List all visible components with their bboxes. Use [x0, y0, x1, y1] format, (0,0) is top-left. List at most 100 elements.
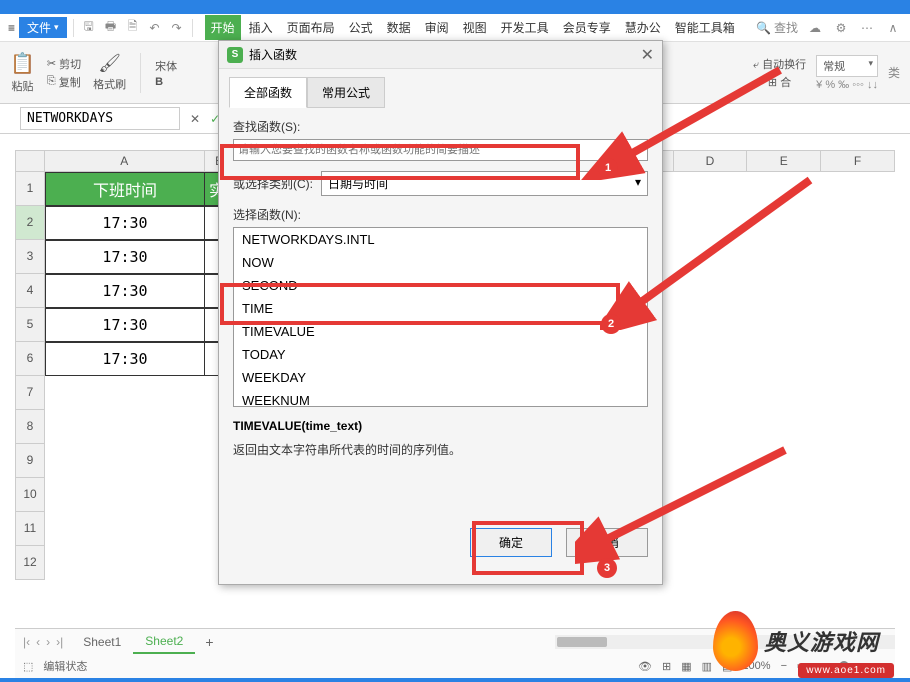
status-bar: ⬚ 编辑状态 👁 ⊞ ▦ ▥ ▤ 100% −: [15, 654, 895, 678]
save-icon[interactable]: 🖫: [80, 19, 98, 37]
col-header[interactable]: A: [45, 150, 205, 172]
cut-button[interactable]: ✂剪切: [47, 56, 81, 72]
row-header[interactable]: 10: [15, 478, 45, 512]
cell[interactable]: 下班时间: [45, 172, 205, 206]
category-select[interactable]: 日期与时间: [321, 171, 648, 196]
horizontal-scrollbar[interactable]: [555, 635, 895, 649]
col-header[interactable]: F: [821, 150, 895, 172]
sheet-prev-icon[interactable]: ‹: [36, 635, 40, 649]
brush-icon: 🖌: [98, 53, 121, 74]
function-search-input[interactable]: [233, 139, 648, 161]
tab-layout[interactable]: 页面布局: [281, 15, 341, 40]
cell[interactable]: 17:30: [45, 342, 205, 376]
name-box[interactable]: [20, 107, 180, 130]
row-header[interactable]: 7: [15, 376, 45, 410]
hamburger-icon[interactable]: ≡: [8, 21, 15, 35]
copy-button[interactable]: ⎘复制: [47, 74, 81, 90]
view-break-icon[interactable]: ▤: [722, 660, 732, 673]
redo-icon[interactable]: ↷: [168, 19, 186, 37]
add-sheet-button[interactable]: +: [195, 634, 223, 650]
insert-function-dialog: S 插入函数 ✕ 全部函数 常用公式 查找函数(S): 或选择类别(C): 日期…: [218, 40, 663, 585]
cell[interactable]: 17:30: [45, 308, 205, 342]
tab-dev[interactable]: 开发工具: [495, 15, 555, 40]
close-icon[interactable]: ✕: [641, 45, 654, 65]
select-all-corner[interactable]: [15, 150, 45, 172]
zoom-value[interactable]: 100%: [742, 660, 770, 672]
col-header[interactable]: E: [747, 150, 821, 172]
app-icon: S: [227, 47, 243, 63]
cell[interactable]: 17:30: [45, 240, 205, 274]
step-badge: 2: [601, 314, 621, 334]
sheet-tabs: |‹ ‹ › ›| Sheet1 Sheet2 +: [15, 628, 895, 654]
cell[interactable]: 17:30: [45, 206, 205, 240]
paste-group[interactable]: 📋 粘贴: [10, 51, 35, 94]
wrap-text[interactable]: ⤶ 自动换行: [753, 56, 806, 72]
step-badge: 1: [598, 158, 618, 178]
cloud-icon[interactable]: ☁: [806, 19, 824, 37]
row-header[interactable]: 11: [15, 512, 45, 546]
dialog-title: 插入函数: [249, 46, 297, 63]
list-label: 选择函数(N):: [233, 206, 648, 223]
function-list[interactable]: NETWORKDAYS.INTL NOW SECOND TIME TIMEVAL…: [233, 227, 648, 407]
sheet-tab[interactable]: Sheet1: [71, 631, 133, 653]
list-item[interactable]: WEEKNUM: [234, 389, 647, 407]
row-header[interactable]: 2: [15, 206, 45, 240]
row-header[interactable]: 1: [15, 172, 45, 206]
list-item[interactable]: WEEKDAY: [234, 366, 647, 389]
row-header[interactable]: 8: [15, 410, 45, 444]
more-icon[interactable]: ⋯: [858, 19, 876, 37]
cancel-formula-icon[interactable]: ✕: [190, 112, 200, 126]
sheet-tab[interactable]: Sheet2: [133, 630, 195, 654]
view-normal-icon[interactable]: ▦: [681, 660, 691, 673]
number-format-select[interactable]: 常规: [816, 55, 878, 77]
bold-button[interactable]: B: [155, 76, 163, 88]
menubar: ≡ 文件 🖫 🖶 🗎 ↶ ↷ 开始 插入 页面布局 公式 数据 审阅 视图 开发…: [0, 14, 910, 42]
search-button[interactable]: 🔍 查找: [756, 19, 798, 36]
zoom-slider[interactable]: [797, 664, 887, 668]
format-painter[interactable]: 🖌 格式刷: [93, 53, 126, 92]
tab-view[interactable]: 视图: [457, 15, 493, 40]
collapse-icon[interactable]: ∧: [884, 19, 902, 37]
row-header[interactable]: 6: [15, 342, 45, 376]
row-header[interactable]: 3: [15, 240, 45, 274]
sheet-first-icon[interactable]: |‹: [23, 635, 30, 649]
layout-icon[interactable]: ⊞: [662, 660, 671, 673]
ok-button[interactable]: 确定: [470, 528, 552, 557]
tab-smart[interactable]: 慧办公: [619, 15, 667, 40]
tab-common-formulas[interactable]: 常用公式: [307, 77, 385, 108]
step-badge: 3: [597, 558, 617, 578]
col-header[interactable]: D: [674, 150, 748, 172]
row-header[interactable]: 4: [15, 274, 45, 308]
cell[interactable]: 17:30: [45, 274, 205, 308]
sheet-last-icon[interactable]: ›|: [56, 635, 63, 649]
zoom-out-icon[interactable]: −: [781, 660, 787, 672]
list-item[interactable]: TIMEVALUE: [234, 320, 647, 343]
list-item[interactable]: NOW: [234, 251, 647, 274]
tab-vip[interactable]: 会员专享: [557, 15, 617, 40]
tab-toolbox[interactable]: 智能工具箱: [669, 15, 741, 40]
tab-formula[interactable]: 公式: [343, 15, 379, 40]
view-page-icon[interactable]: ▥: [702, 660, 712, 673]
tab-review[interactable]: 审阅: [419, 15, 455, 40]
sheet-next-icon[interactable]: ›: [46, 635, 50, 649]
view-icon[interactable]: 👁: [638, 660, 652, 673]
list-item[interactable]: TODAY: [234, 343, 647, 366]
tab-start[interactable]: 开始: [205, 15, 241, 40]
undo-icon[interactable]: ↶: [146, 19, 164, 37]
preview-icon[interactable]: 🗎: [124, 19, 142, 37]
settings-icon[interactable]: ⚙: [832, 19, 850, 37]
cancel-button[interactable]: 取消: [566, 528, 648, 557]
row-header[interactable]: 12: [15, 546, 45, 580]
merge-cells[interactable]: ⊞ 合: [768, 74, 791, 90]
print-icon[interactable]: 🖶: [102, 19, 120, 37]
tab-data[interactable]: 数据: [381, 15, 417, 40]
row-header[interactable]: 9: [15, 444, 45, 478]
list-item[interactable]: TIME: [234, 297, 647, 320]
list-item[interactable]: SECOND: [234, 274, 647, 297]
tab-all-functions[interactable]: 全部函数: [229, 77, 307, 108]
row-header[interactable]: 5: [15, 308, 45, 342]
tab-insert[interactable]: 插入: [243, 15, 279, 40]
list-item[interactable]: NETWORKDAYS.INTL: [234, 228, 647, 251]
font-name[interactable]: 宋体: [155, 58, 177, 74]
file-menu[interactable]: 文件: [19, 17, 67, 38]
